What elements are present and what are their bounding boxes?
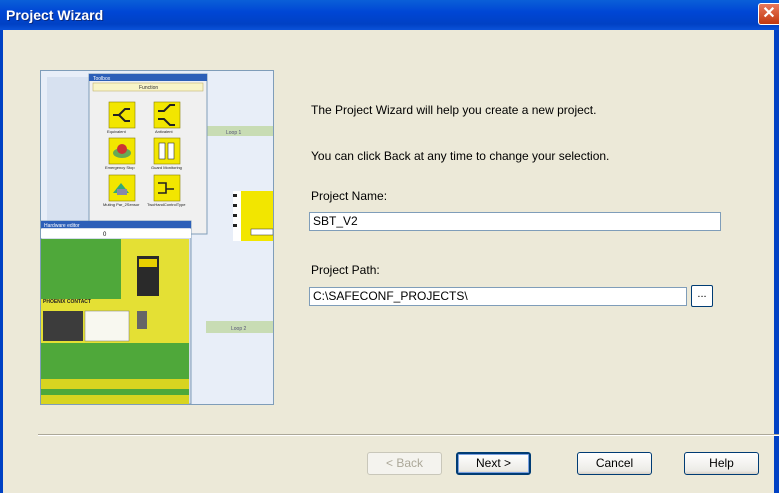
back-button[interactable]: < Back <box>367 452 442 475</box>
project-name-label: Project Name: <box>311 189 388 203</box>
window-title: Project Wizard <box>6 7 104 23</box>
intro-text-2: You can click Back at any time to change… <box>311 149 610 163</box>
button-divider <box>38 434 779 436</box>
tile-label-6: TwoHandControlType <box>147 202 186 207</box>
tile-label-1: Equivalent <box>107 129 127 134</box>
project-path-field[interactable]: C:\SAFECONF_PROJECTS\ <box>309 287 687 306</box>
brand-label: PHOENIX CONTACT <box>43 299 91 305</box>
title-bar: Project Wizard ✕ <box>0 0 779 30</box>
window-right-border <box>774 30 779 493</box>
tile-label-4: Guard Monitoring <box>151 165 182 170</box>
browse-button[interactable]: ... <box>691 285 713 307</box>
tile-label-5: Muting Par_2Sensor <box>103 202 140 207</box>
tile-label-2: Antivalent <box>155 129 173 134</box>
illustration-svg: Loop 1 Loop 2 Toolbox Function Equivalen… <box>41 71 273 404</box>
intro-text-1: The Project Wizard will help you create … <box>311 103 597 117</box>
loop1-label: Loop 1 <box>226 130 242 136</box>
help-button[interactable]: Help <box>684 452 759 475</box>
wizard-illustration: Loop 1 Loop 2 Toolbox Function Equivalen… <box>40 70 274 405</box>
hw-editor-title: Hardware editor <box>44 223 80 229</box>
next-button[interactable]: Next > <box>456 452 531 475</box>
cancel-button[interactable]: Cancel <box>577 452 652 475</box>
loop2-label: Loop 2 <box>231 326 247 332</box>
toolbox-header: Function <box>139 85 158 91</box>
tile-label-3: Emergency Stop <box>105 165 135 170</box>
project-path-label: Project Path: <box>311 263 380 277</box>
project-name-field[interactable]: SBT_V2 <box>309 212 721 231</box>
close-button[interactable]: ✕ <box>758 3 779 25</box>
toolbox-title: Toolbox <box>93 76 111 82</box>
